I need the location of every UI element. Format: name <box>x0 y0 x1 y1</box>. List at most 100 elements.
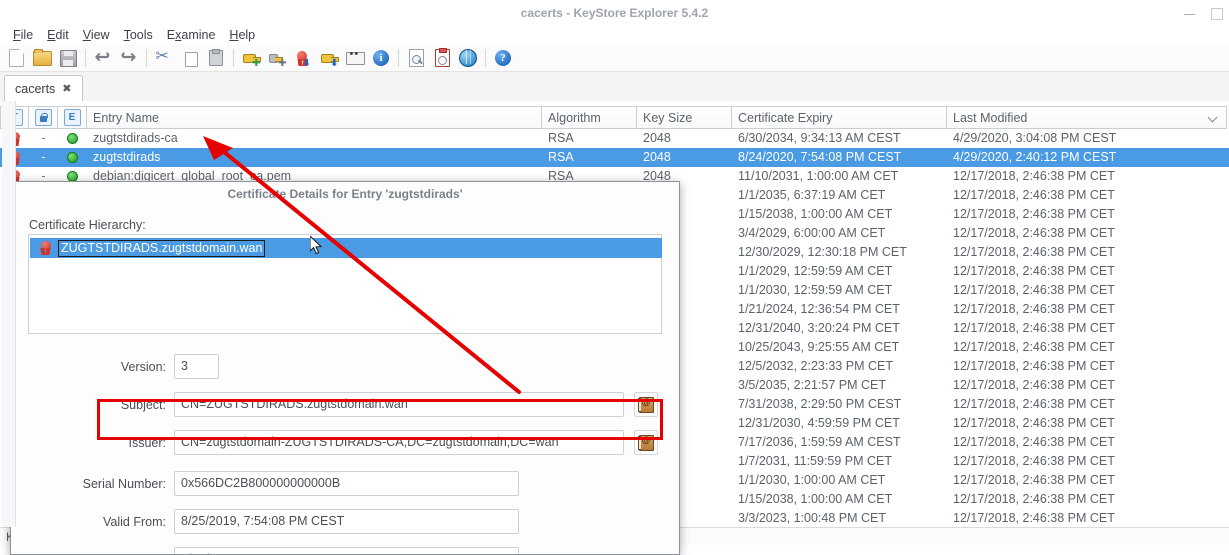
cell-certificate-expiry: 10/25/2043, 9:25:55 AM CET <box>732 338 947 357</box>
address-book-icon <box>639 435 654 451</box>
tab-cacerts[interactable]: cacerts ✖ <box>4 75 83 101</box>
new-keystore-button[interactable] <box>3 46 29 70</box>
cell-lock-status: - <box>29 129 58 148</box>
certificate-hierarchy-tree[interactable]: ZUGTSTDIRADS.zugtstdomain.wan <box>28 234 662 334</box>
help-button[interactable]: ? <box>490 46 516 70</box>
key-plus-icon: ✚ <box>243 51 260 66</box>
column-header-key-size[interactable]: Key Size <box>637 106 732 129</box>
maximize-button[interactable] <box>1210 7 1223 20</box>
subject-copy-button[interactable] <box>634 392 658 417</box>
examine-clipboard-icon <box>435 49 450 67</box>
field-subject: Subject: CN=ZUGTSTDIRADS.zugtstdomain.wa… <box>11 392 671 417</box>
cell-last-modified: 12/17/2018, 2:46:38 PM CET <box>947 281 1227 300</box>
clipboard-paste-icon <box>209 50 223 66</box>
cell-last-modified: 12/17/2018, 2:46:38 PM CET <box>947 414 1227 433</box>
cell-last-modified: 12/17/2018, 2:46:38 PM CET <box>947 509 1227 526</box>
minimize-button[interactable] <box>1183 7 1196 20</box>
hierarchy-node-row[interactable]: ZUGTSTDIRADS.zugtstdomain.wan <box>30 238 662 258</box>
certificate-icon <box>39 241 52 255</box>
vertical-scrollbar[interactable] <box>2 101 16 527</box>
key-down-icon: ⬇ <box>321 51 338 66</box>
menu-help[interactable]: Help <box>222 26 262 45</box>
examine-file-icon <box>409 49 424 67</box>
field-serial-number-value[interactable]: 0x566DC2B800000000000B <box>174 471 519 496</box>
import-key-pair-button[interactable]: ⬇ <box>316 46 342 70</box>
mouse-cursor <box>310 236 323 255</box>
cell-certificate-expiry: 1/1/2030, 1:00:00 AM CET <box>732 471 947 490</box>
examine-clipboard-button[interactable] <box>429 46 455 70</box>
field-subject-value[interactable]: CN=ZUGTSTDIRADS.zugtstdomain.wan <box>174 392 624 417</box>
column-header-algorithm[interactable]: Algorithm <box>542 106 637 129</box>
menu-edit[interactable]: Edit <box>40 26 76 45</box>
column-header-certificate-expiry[interactable]: Certificate Expiry <box>732 106 947 129</box>
issuer-copy-button[interactable] <box>634 430 658 455</box>
copy-pages-icon <box>185 52 198 67</box>
field-version-value[interactable]: 3 <box>174 354 219 379</box>
save-keystore-button[interactable] <box>55 46 81 70</box>
new-file-icon <box>9 49 24 67</box>
examine-ssl-button[interactable] <box>455 46 481 70</box>
certificate-hierarchy-label: Certificate Hierarchy: <box>29 218 146 232</box>
cell-certificate-expiry: 1/15/2038, 1:00:00 AM CET <box>732 205 947 224</box>
cell-algorithm: RSA <box>542 129 637 148</box>
examine-file-button[interactable] <box>403 46 429 70</box>
save-disk-icon <box>60 50 77 67</box>
window-title: cacerts - KeyStore Explorer 5.4.2 <box>0 0 1229 26</box>
menu-tools[interactable]: Tools <box>117 26 160 45</box>
field-issuer-value[interactable]: CN=zugtstdomain-ZUGTSTDIRADS-CA,DC=zugts… <box>174 430 624 455</box>
open-keystore-button[interactable] <box>29 46 55 70</box>
cut-button[interactable] <box>151 46 177 70</box>
cell-last-modified: 12/17/2018, 2:46:38 PM CET <box>947 300 1227 319</box>
cell-certificate-expiry: 7/17/2036, 1:59:59 AM CEST <box>732 433 947 452</box>
cell-last-modified: 12/17/2018, 2:46:38 PM CET <box>947 319 1227 338</box>
cell-certificate-expiry: 7/31/2038, 2:29:50 PM CEST <box>732 395 947 414</box>
menu-help-label: elp <box>238 28 255 42</box>
table-row[interactable]: -zugtstdiradsRSA20488/24/2020, 7:54:08 P… <box>0 148 1229 167</box>
lock-status-dash: - <box>41 129 45 148</box>
column-header-entry-name[interactable]: Entry Name <box>87 106 542 129</box>
field-valid-from-value[interactable]: 8/25/2019, 7:54:08 PM CEST <box>174 509 519 534</box>
import-trusted-certificate-button[interactable]: ⬇ <box>290 46 316 70</box>
field-version-label: Version: <box>11 360 166 374</box>
toolbar-separator-4 <box>398 49 399 67</box>
set-password-button[interactable] <box>342 46 368 70</box>
paste-button[interactable] <box>203 46 229 70</box>
field-valid-until-value[interactable]: 8/24/2020, 7:54:08 PM CEST <box>174 547 519 555</box>
menu-examine[interactable]: Examine <box>160 26 223 45</box>
cell-last-modified: 12/17/2018, 2:46:38 PM CET <box>947 205 1227 224</box>
table-header-row: T E Entry Name Algorithm Key Size Certif… <box>0 106 1229 129</box>
undo-button[interactable] <box>90 46 116 70</box>
table-row[interactable]: -zugtstdirads-caRSA20486/30/2034, 9:34:1… <box>0 129 1229 148</box>
copy-button[interactable] <box>177 46 203 70</box>
toolbar-separator-3 <box>233 49 234 67</box>
generate-key-pair-button[interactable]: ✚ <box>238 46 264 70</box>
cell-entry-name: zugtstdirads-ca <box>87 129 542 148</box>
toolbar-separator-5 <box>485 49 486 67</box>
cell-last-modified: 12/17/2018, 2:46:38 PM CET <box>947 186 1227 205</box>
cell-last-modified: 12/17/2018, 2:46:38 PM CET <box>947 224 1227 243</box>
chevron-down-icon[interactable] <box>1209 114 1218 123</box>
generate-secret-key-button[interactable]: ✚ <box>264 46 290 70</box>
field-valid-until: Valid Until: 8/24/2020, 7:54:08 PM CEST <box>11 547 671 555</box>
redo-arrow-icon <box>121 52 138 65</box>
keystore-properties-button[interactable]: i <box>368 46 394 70</box>
cell-certificate-expiry: 3/4/2029, 6:00:00 AM CET <box>732 224 947 243</box>
certificate-details-dialog: Certificate Details for Entry 'zugtstdir… <box>10 181 680 555</box>
column-header-lock[interactable] <box>29 106 58 129</box>
cell-certificate-expiry: 12/31/2040, 3:20:24 PM CET <box>732 319 947 338</box>
column-header-last-modified[interactable]: Last Modified <box>947 106 1227 129</box>
scissors-icon <box>156 50 173 67</box>
lock-status-dash: - <box>41 148 45 167</box>
menu-view-label: iew <box>91 28 110 42</box>
column-header-expiry-status[interactable]: E <box>58 106 87 129</box>
cell-last-modified: 12/17/2018, 2:46:38 PM CET <box>947 433 1227 452</box>
cell-last-modified: 4/29/2020, 2:40:12 PM CEST <box>947 148 1227 167</box>
menubar: File Edit View Tools Examine Help <box>0 26 1229 45</box>
redo-button[interactable] <box>116 46 142 70</box>
cell-certificate-expiry: 12/30/2029, 12:30:18 PM CET <box>732 243 947 262</box>
tab-close-icon[interactable]: ✖ <box>62 82 71 95</box>
cell-key-size: 2048 <box>637 129 732 148</box>
menu-view[interactable]: View <box>76 26 117 45</box>
menu-file[interactable]: File <box>6 26 40 45</box>
field-serial-number: Serial Number: 0x566DC2B800000000000B <box>11 471 671 496</box>
